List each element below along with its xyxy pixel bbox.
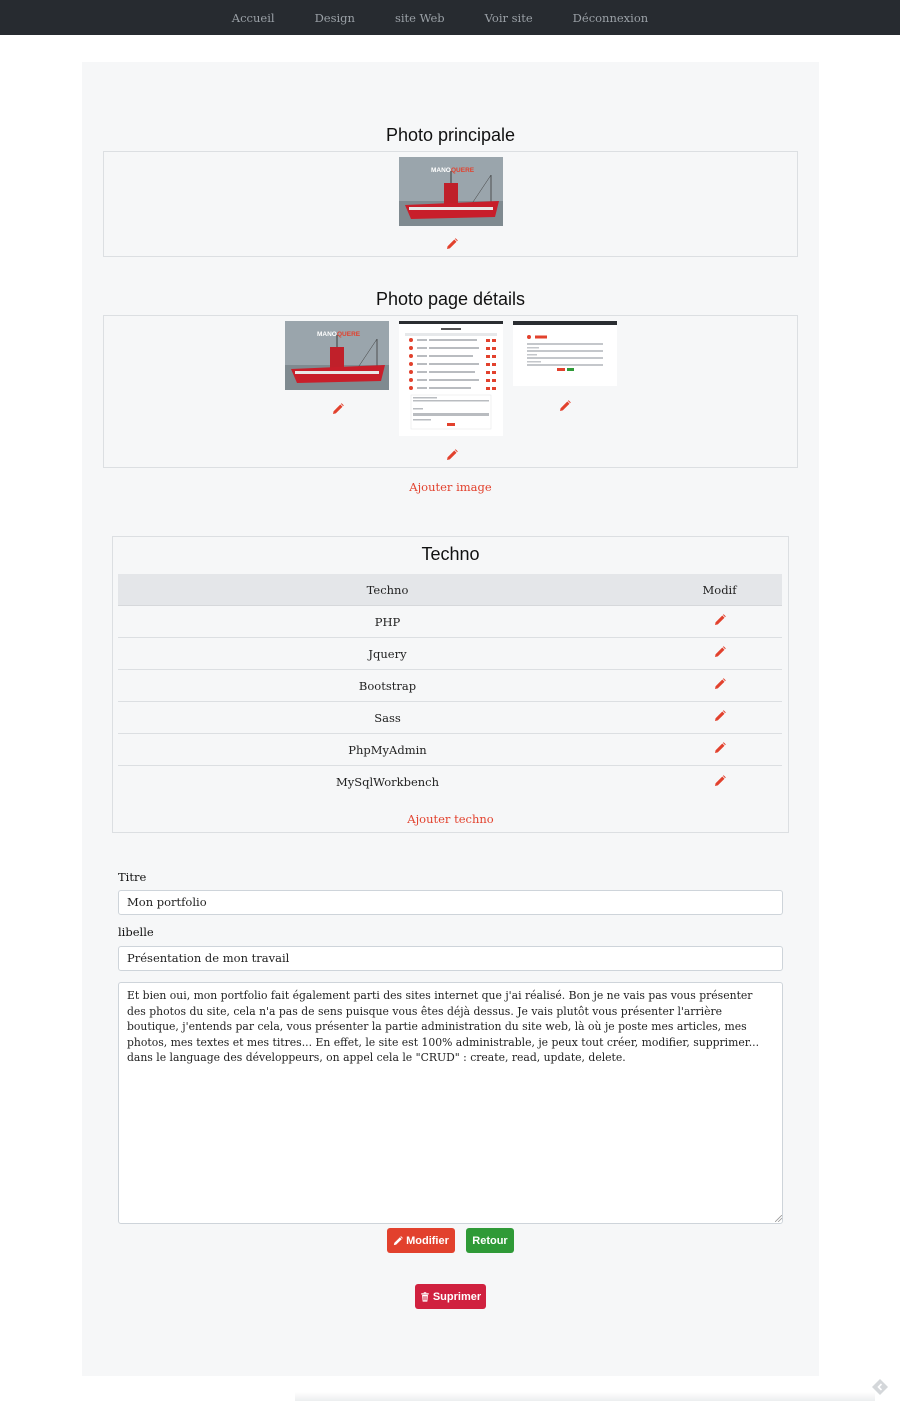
techno-name: MySqlWorkbench bbox=[335, 775, 440, 789]
main-photo-box: MANO QUERE bbox=[103, 151, 798, 257]
ship-image-brand-left: MANO bbox=[431, 167, 451, 174]
libelle-label: libelle bbox=[118, 925, 154, 939]
detail-photo-2[interactable] bbox=[399, 321, 503, 436]
table-row: Sass bbox=[118, 702, 782, 734]
techno-name: Sass bbox=[374, 710, 401, 725]
table-row: Bootstrap bbox=[118, 670, 782, 702]
main-photo-thumbnail[interactable]: MANO QUERE bbox=[399, 157, 503, 226]
scroll-top-icon[interactable] bbox=[871, 1378, 889, 1396]
description-textarea[interactable]: Et bien oui, mon portfolio fait égalemen… bbox=[118, 982, 783, 1224]
detail-photos-title: Photo page détails bbox=[375, 289, 526, 309]
techno-name: PHP bbox=[374, 614, 401, 629]
admin-form-screenshot bbox=[513, 321, 617, 386]
ship-image: MANO QUERE bbox=[285, 321, 389, 390]
edit-panel: Photo principale MANO QUERE Photo page d… bbox=[82, 62, 819, 1376]
nav-link-deconnexion[interactable]: Déconnexion bbox=[573, 11, 649, 25]
ship-image-brand-right: QUERE bbox=[451, 167, 475, 174]
ship-image: MANO QUERE bbox=[399, 157, 503, 226]
table-row: PhpMyAdmin bbox=[118, 734, 782, 766]
retour-button-label: Retour bbox=[472, 1234, 508, 1247]
supprimer-button-label: Suprimer bbox=[432, 1290, 482, 1303]
supprimer-button[interactable]: Suprimer bbox=[415, 1284, 486, 1309]
edit-techno-pencil-icon[interactable] bbox=[714, 678, 726, 690]
table-row: MySqlWorkbench bbox=[118, 766, 782, 798]
nav-link-site-web[interactable]: site Web bbox=[395, 11, 445, 25]
titre-input[interactable]: Mon portfolio bbox=[118, 890, 783, 915]
textarea-resize-grip[interactable] bbox=[775, 1215, 782, 1222]
ship-image-brand-left: MANO bbox=[317, 331, 337, 338]
trash-icon bbox=[421, 1291, 429, 1302]
main-photo-title: Photo principale bbox=[385, 125, 516, 145]
nav-link-design[interactable]: Design bbox=[315, 11, 355, 25]
add-image-link[interactable]: Ajouter image bbox=[82, 480, 819, 494]
nav-link-voir-site[interactable]: Voir site bbox=[485, 11, 533, 25]
ship-image-brand-right: QUERE bbox=[337, 331, 361, 338]
techno-table-header: Techno Modif bbox=[118, 574, 782, 606]
detail-photo-1[interactable]: MANO QUERE bbox=[285, 321, 389, 390]
modifier-button[interactable]: Modifier bbox=[387, 1228, 455, 1253]
techno-title: Techno bbox=[421, 544, 480, 564]
table-row: PHP bbox=[118, 606, 782, 638]
edit-detail-photo-3-pencil-icon[interactable] bbox=[559, 400, 571, 412]
column-header-modif: Modif bbox=[702, 582, 737, 597]
edit-main-photo-pencil-icon[interactable] bbox=[446, 238, 458, 250]
detail-photo-3[interactable] bbox=[513, 321, 617, 386]
pencil-icon bbox=[393, 1235, 403, 1245]
bottom-shadow bbox=[295, 1392, 875, 1401]
techno-card: Techno Techno Modif PHP Jquery Bootstrap… bbox=[112, 536, 789, 833]
edit-detail-photo-1-pencil-icon[interactable] bbox=[332, 403, 344, 415]
libelle-input[interactable]: Présentation de mon travail bbox=[118, 946, 783, 971]
top-navbar: Accueil Design site Web Voir site Déconn… bbox=[0, 0, 900, 35]
retour-button[interactable]: Retour bbox=[466, 1228, 514, 1253]
techno-table: Techno Modif PHP Jquery Bootstrap Sass P… bbox=[118, 574, 782, 798]
detail-photos-box: MANO QUERE bbox=[103, 315, 798, 468]
edit-techno-pencil-icon[interactable] bbox=[714, 646, 726, 658]
nav-link-accueil[interactable]: Accueil bbox=[232, 11, 275, 25]
edit-techno-pencil-icon[interactable] bbox=[714, 774, 726, 787]
edit-techno-pencil-icon[interactable] bbox=[714, 614, 726, 626]
titre-label: Titre bbox=[118, 870, 147, 884]
techno-name: Jquery bbox=[368, 646, 407, 661]
modifier-button-label: Modifier bbox=[406, 1234, 449, 1247]
table-row: Jquery bbox=[118, 638, 782, 670]
admin-table-screenshot bbox=[399, 321, 503, 436]
techno-name: Bootstrap bbox=[358, 678, 417, 693]
techno-name: PhpMyAdmin bbox=[348, 742, 427, 757]
edit-techno-pencil-icon[interactable] bbox=[714, 710, 726, 722]
column-header-techno: Techno bbox=[366, 582, 409, 597]
add-techno-link[interactable]: Ajouter techno bbox=[113, 812, 788, 826]
edit-techno-pencil-icon[interactable] bbox=[714, 742, 726, 754]
edit-detail-photo-2-pencil-icon[interactable] bbox=[446, 449, 458, 461]
